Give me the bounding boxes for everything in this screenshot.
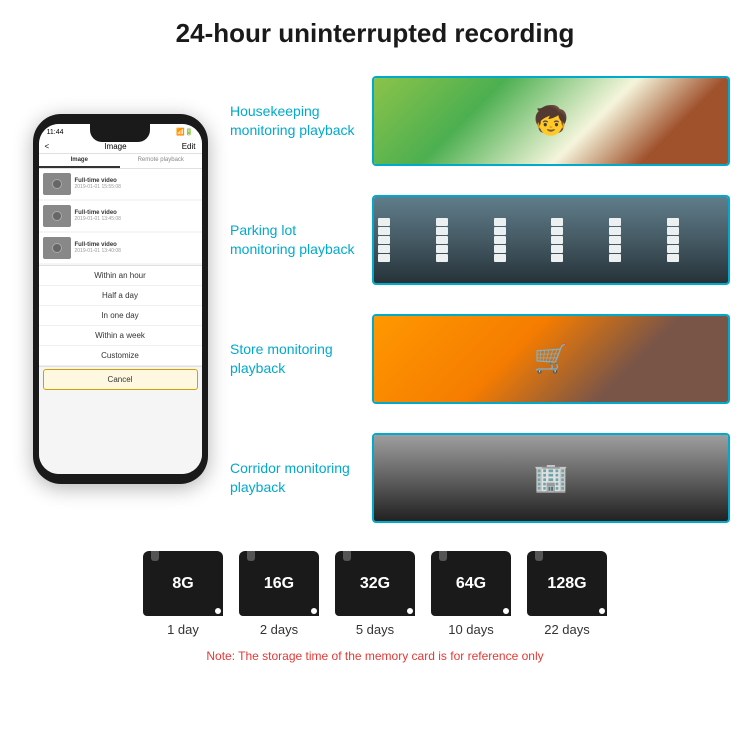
housekeeping-image: 🧒: [374, 78, 728, 164]
sd-size-64g: 64G: [456, 575, 486, 593]
list-item: Full-time video 2019-01-01 13:45:08: [39, 201, 202, 231]
monitoring-row-1: Housekeepingmonitoring playback 🧒: [230, 64, 730, 177]
phone-tabs: Image Remote playback: [39, 154, 202, 169]
sd-card-128g: 128G: [527, 551, 607, 616]
phone-nav: < Image Edit: [39, 140, 202, 154]
monitoring-row-2: Parking lotmonitoring playback: [230, 183, 730, 296]
sd-size-16g: 16G: [264, 575, 294, 593]
monitoring-row-3: Store monitoringplayback 🛒: [230, 302, 730, 415]
monitoring-image-4: 🏢: [372, 433, 730, 523]
phone-section: 11:44 📶🔋 < Image Edit Image Remote playb…: [20, 59, 220, 539]
dropdown-item-2[interactable]: Half a day: [39, 286, 202, 306]
sd-card-8g: 8G: [143, 551, 223, 616]
dropdown-item-1[interactable]: Within an hour: [39, 266, 202, 286]
edit-label[interactable]: Edit: [182, 142, 196, 151]
storage-card-128g: 128G 22 days: [527, 551, 607, 637]
sd-notch: [439, 551, 447, 561]
days-16g: 2 days: [260, 622, 298, 637]
days-32g: 5 days: [356, 622, 394, 637]
tab-remote-playback[interactable]: Remote playback: [120, 154, 202, 168]
phone-list: Full-time video 2019-01-01 15:55:08 Full…: [39, 169, 202, 474]
monitoring-image-3: 🛒: [372, 314, 730, 404]
sd-card-64g: 64G: [431, 551, 511, 616]
phone-notch: [90, 124, 150, 142]
list-item: Full-time video 2019-01-01 13:40:08: [39, 233, 202, 263]
monitoring-row-4: Corridor monitoringplayback 🏢: [230, 421, 730, 534]
page-title: 24-hour uninterrupted recording: [20, 18, 730, 49]
storage-cards: 8G 1 day 16G 2 days 32G 5 days 64G 10 da…: [143, 551, 607, 637]
phone-time: 11:44: [47, 129, 64, 136]
sd-card-16g: 16G: [239, 551, 319, 616]
item-date-1: 2019-01-01 15:55:08: [75, 184, 198, 190]
cancel-button[interactable]: Cancel: [43, 369, 198, 390]
sd-size-8g: 8G: [172, 575, 193, 593]
storage-note: Note: The storage time of the memory car…: [206, 649, 543, 663]
days-128g: 22 days: [544, 622, 590, 637]
sd-notch: [343, 551, 351, 561]
thumb-2: [43, 205, 71, 227]
corridor-image: 🏢: [374, 435, 728, 521]
storage-card-32g: 32G 5 days: [335, 551, 415, 637]
thumb-1: [43, 173, 71, 195]
main-content: 11:44 📶🔋 < Image Edit Image Remote playb…: [0, 59, 750, 539]
thumb-3: [43, 237, 71, 259]
monitoring-image-1: 🧒: [372, 76, 730, 166]
store-image: 🛒: [374, 316, 728, 402]
storage-card-8g: 8G 1 day: [143, 551, 223, 637]
days-8g: 1 day: [167, 622, 199, 637]
tab-image[interactable]: Image: [39, 154, 121, 168]
sd-size-128g: 128G: [547, 575, 586, 593]
sd-size-32g: 32G: [360, 575, 390, 593]
monitoring-label-3: Store monitoringplayback: [230, 340, 360, 376]
phone-icons: 📶🔋: [176, 128, 193, 136]
storage-card-16g: 16G 2 days: [239, 551, 319, 637]
monitoring-label-4: Corridor monitoringplayback: [230, 459, 360, 495]
dropdown-item-3[interactable]: In one day: [39, 306, 202, 326]
monitoring-section: Housekeepingmonitoring playback 🧒 Parkin…: [230, 59, 730, 539]
back-label[interactable]: <: [45, 142, 50, 151]
item-date-3: 2019-01-01 13:40:08: [75, 248, 198, 254]
parking-image: [374, 197, 728, 283]
days-64g: 10 days: [448, 622, 494, 637]
sd-notch: [151, 551, 159, 561]
item-date-2: 2019-01-01 13:45:08: [75, 216, 198, 222]
monitoring-label-1: Housekeepingmonitoring playback: [230, 102, 360, 138]
list-item: Full-time video 2019-01-01 15:55:08: [39, 169, 202, 199]
monitoring-label-2: Parking lotmonitoring playback: [230, 221, 360, 257]
sd-notch: [247, 551, 255, 561]
phone-screen: 11:44 📶🔋 < Image Edit Image Remote playb…: [39, 124, 202, 474]
header: 24-hour uninterrupted recording: [0, 0, 750, 59]
storage-section: 8G 1 day 16G 2 days 32G 5 days 64G 10 da…: [0, 539, 750, 671]
monitoring-image-2: [372, 195, 730, 285]
storage-card-64g: 64G 10 days: [431, 551, 511, 637]
sd-card-32g: 32G: [335, 551, 415, 616]
screen-title: Image: [104, 142, 126, 151]
phone-dropdown: Within an hour Half a day In one day Wit…: [39, 265, 202, 367]
sd-notch: [535, 551, 543, 561]
phone-mockup: 11:44 📶🔋 < Image Edit Image Remote playb…: [33, 114, 208, 484]
dropdown-item-4[interactable]: Within a week: [39, 326, 202, 346]
dropdown-item-5[interactable]: Customize: [39, 346, 202, 366]
